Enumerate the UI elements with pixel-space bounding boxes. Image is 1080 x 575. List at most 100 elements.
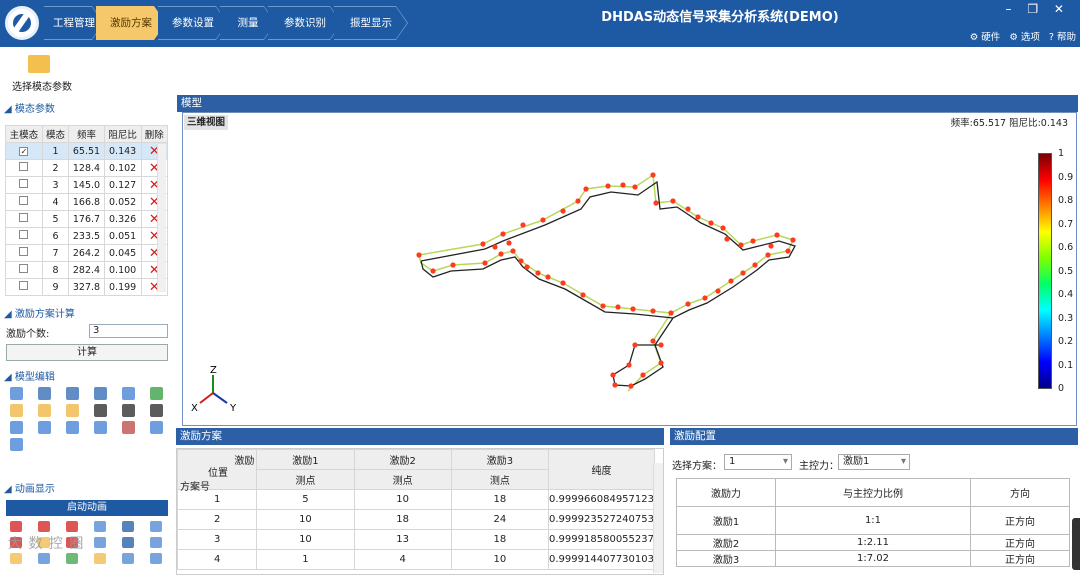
- config-icon[interactable]: [122, 553, 134, 564]
- modal-row[interactable]: 6 233.5 0.051 ✕: [5, 227, 169, 245]
- next-icon[interactable]: [150, 537, 162, 548]
- color-icon[interactable]: [94, 553, 106, 564]
- options-menu[interactable]: ⚙ 选项: [1009, 32, 1040, 43]
- main-mode-checkbox[interactable]: [19, 281, 29, 290]
- modal-row[interactable]: 8 282.4 0.100 ✕: [5, 261, 169, 279]
- edit-section-title: ◢ 模型编辑: [4, 372, 55, 383]
- nav-project[interactable]: 工程管理: [44, 6, 104, 40]
- cell-ratio: 1:2.11: [775, 534, 971, 551]
- grid-icon[interactable]: [66, 553, 78, 564]
- pause-icon[interactable]: [122, 521, 134, 532]
- side-tab[interactable]: [1072, 518, 1080, 570]
- node-icon[interactable]: [66, 404, 79, 417]
- main-mode-checkbox[interactable]: [19, 196, 29, 205]
- model-node: [416, 252, 422, 258]
- hardware-menu[interactable]: ⚙ 硬件: [970, 32, 1001, 43]
- modal-row[interactable]: ✓ 1 65.51 0.143 ✕: [5, 142, 169, 160]
- zoom-icon[interactable]: [38, 421, 51, 434]
- modal-row[interactable]: 7 264.2 0.045 ✕: [5, 244, 169, 262]
- config-row[interactable]: 激励3 1:7.02 正方向: [675, 550, 1071, 567]
- model-node: [575, 198, 581, 204]
- mode-damping: 0.326: [103, 210, 142, 228]
- node-icon[interactable]: [150, 404, 163, 417]
- palette-icon[interactable]: [150, 553, 162, 564]
- nav-identify[interactable]: 参数识别: [268, 6, 342, 40]
- model-3d-drawing: Z X Y: [191, 172, 796, 414]
- main-mode-checkbox[interactable]: [19, 162, 29, 171]
- window-controls[interactable]: – ❐ ✕: [1006, 2, 1070, 16]
- model-node: [506, 240, 512, 246]
- model-node: [450, 262, 456, 268]
- modal-row[interactable]: 2 128.4 0.102 ✕: [5, 159, 169, 177]
- modal-scrollbar[interactable]: [157, 144, 166, 292]
- table-row[interactable]: 2 10 18 24 0.999923527240753: [177, 509, 655, 530]
- main-mode-checkbox[interactable]: [19, 247, 29, 256]
- cube-icon[interactable]: [38, 553, 50, 564]
- bird-icon[interactable]: [66, 521, 78, 532]
- model-node: [560, 280, 566, 286]
- table-row[interactable]: 1 5 10 18 0.999966084957123: [177, 489, 655, 510]
- zoom-icon[interactable]: [10, 421, 23, 434]
- model-node: [482, 260, 488, 266]
- modal-row[interactable]: 5 176.7 0.326 ✕: [5, 210, 169, 228]
- config-row[interactable]: 激励2 1:2.11 正方向: [675, 534, 1071, 551]
- main-mode-checkbox[interactable]: [19, 264, 29, 273]
- node-icon[interactable]: [38, 404, 51, 417]
- record-icon[interactable]: [38, 521, 50, 532]
- main-mode-checkbox[interactable]: ✓: [19, 146, 29, 156]
- folder-icon[interactable]: [28, 55, 50, 73]
- bounce-icon[interactable]: [150, 521, 162, 532]
- zoom-icon[interactable]: [94, 421, 107, 434]
- model-panel-title: 模型: [177, 95, 1078, 112]
- excitation-scrollbar[interactable]: [653, 463, 663, 573]
- table-row[interactable]: 4 1 4 10 0.999914407730103: [177, 549, 655, 570]
- node-icon[interactable]: [122, 404, 135, 417]
- colorbar-tick: 0: [1058, 383, 1065, 394]
- cell-ratio: 1:7.02: [775, 550, 971, 567]
- model-node: [535, 270, 541, 276]
- main-mode-checkbox[interactable]: [19, 213, 29, 222]
- axis-icon[interactable]: [10, 438, 23, 451]
- refresh-icon[interactable]: [10, 553, 22, 564]
- model-node: [626, 362, 632, 368]
- model-node: [498, 251, 504, 257]
- nav-params[interactable]: 参数设置: [158, 6, 228, 40]
- node-icon[interactable]: [94, 404, 107, 417]
- rotate-icon[interactable]: [66, 421, 79, 434]
- move-icon[interactable]: [150, 387, 163, 400]
- play-icon[interactable]: [10, 521, 22, 532]
- modal-row[interactable]: 4 166.8 0.052 ✕: [5, 193, 169, 211]
- calc-button[interactable]: 计算: [6, 344, 168, 361]
- main-mode-checkbox[interactable]: [19, 179, 29, 188]
- pan-icon[interactable]: [150, 421, 163, 434]
- loop-icon[interactable]: [94, 521, 106, 532]
- box-icon[interactable]: [94, 387, 107, 400]
- color-icon[interactable]: [122, 537, 134, 548]
- node-icon[interactable]: [10, 404, 23, 417]
- main-force-select[interactable]: 激励1 ▾: [838, 454, 910, 470]
- nav-excitation[interactable]: 激励方案: [96, 6, 166, 40]
- model-node: [640, 372, 646, 378]
- table-row[interactable]: 3 10 13 18 0.999918580055237: [177, 529, 655, 550]
- cell-e1: 1: [256, 549, 355, 570]
- main-mode-checkbox[interactable]: [19, 230, 29, 239]
- modal-row[interactable]: 3 145.0 0.127 ✕: [5, 176, 169, 194]
- modal-section-title: ◢ 模态参数: [4, 104, 55, 115]
- select-icon[interactable]: [10, 387, 23, 400]
- grid-icon[interactable]: [122, 387, 135, 400]
- exc-count-input[interactable]: 3: [89, 324, 168, 338]
- nav-mode-shape[interactable]: 振型显示: [334, 6, 408, 40]
- scheme-select[interactable]: 1 ▾: [724, 454, 792, 470]
- mode-freq: 233.5: [68, 227, 105, 245]
- start-animation-button[interactable]: 启动动画: [6, 500, 168, 516]
- box-icon[interactable]: [38, 387, 51, 400]
- anim-section-title: ◢ 动画显示: [4, 484, 55, 495]
- excitation-table-container: 激励 位置 方案号 激励1 激励2 激励3 纯度 测点 测点 测点 1 5 10 18…: [176, 448, 664, 575]
- fast-icon[interactable]: [94, 537, 106, 548]
- select-modal-params-button[interactable]: 选择模态参数: [12, 78, 72, 93]
- help-menu[interactable]: ? 帮助: [1049, 32, 1076, 43]
- box-icon[interactable]: [66, 387, 79, 400]
- config-row[interactable]: 激励1 1:1 正方向: [675, 506, 1071, 535]
- zoom-icon[interactable]: [122, 421, 135, 434]
- modal-row[interactable]: 9 327.8 0.199 ✕: [5, 278, 169, 296]
